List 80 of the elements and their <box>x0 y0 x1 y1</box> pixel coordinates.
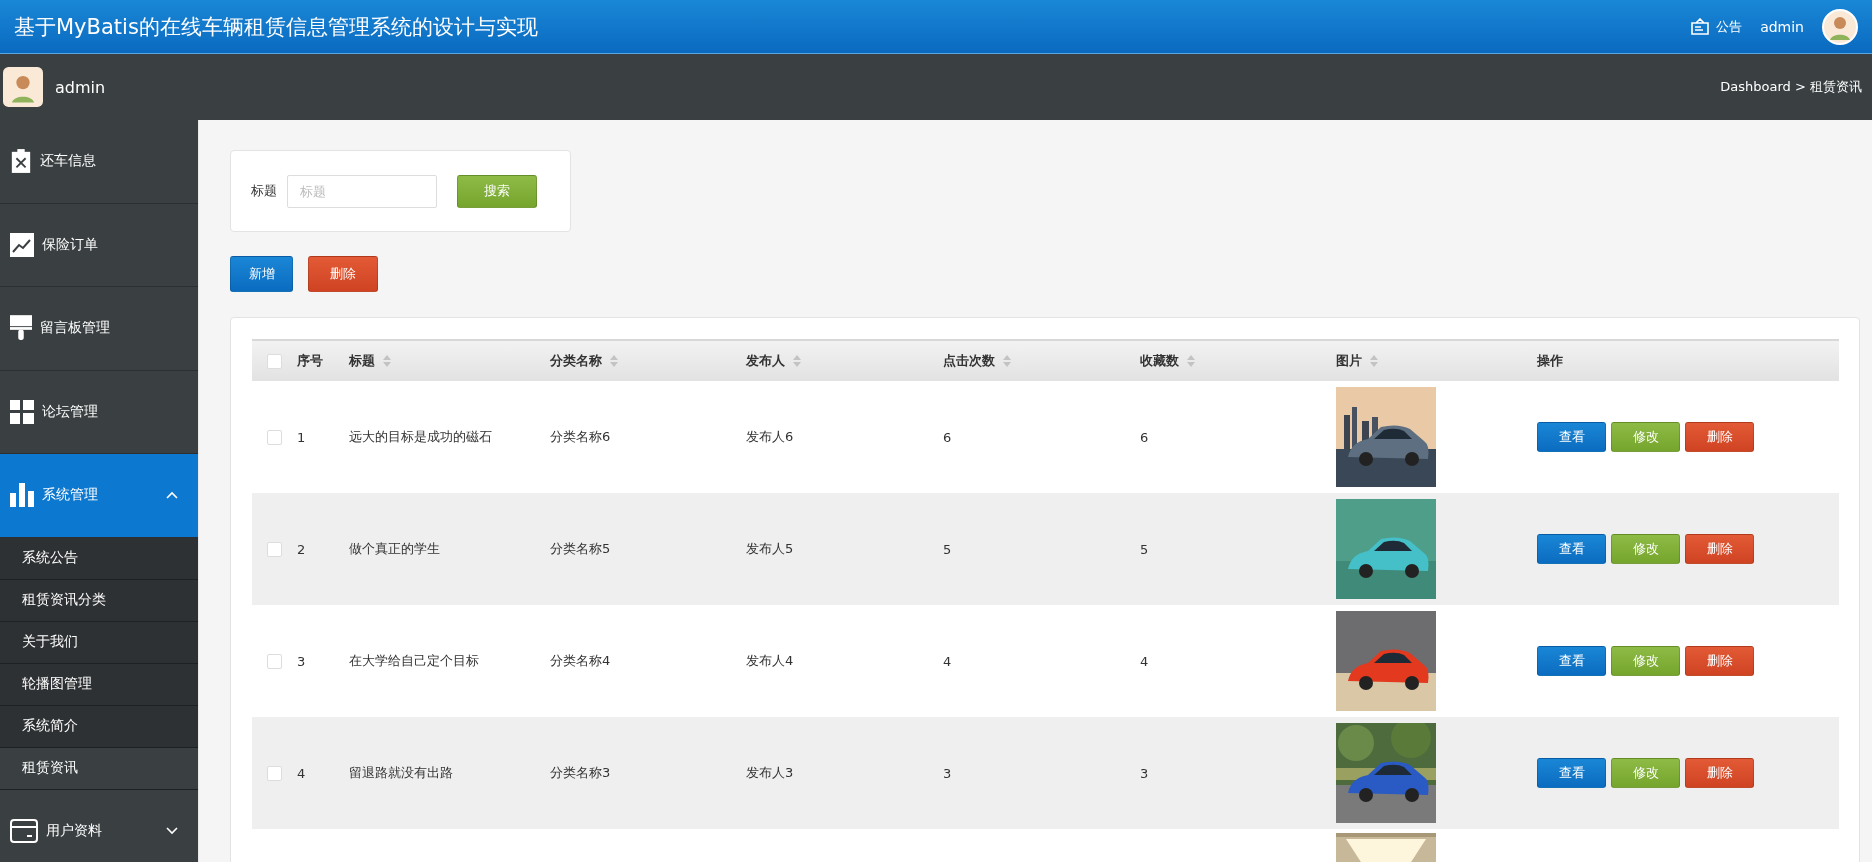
table-cell: 5 <box>1140 541 1149 557</box>
avatar-icon <box>3 67 43 107</box>
grid-icon <box>10 399 34 424</box>
chart-icon <box>10 232 34 257</box>
row-checkbox[interactable] <box>267 541 282 557</box>
column-header: 标题 <box>349 352 375 370</box>
table-cell: 5 <box>943 541 952 557</box>
table-cell: 4 <box>943 653 952 669</box>
sort-icon[interactable] <box>383 355 391 367</box>
sidebar-subitem[interactable]: 租赁资讯分类 <box>0 579 198 622</box>
table-cell: 6 <box>1140 429 1149 445</box>
table-cell: 在大学给自己定个目标 <box>349 652 479 670</box>
select-all-checkbox[interactable] <box>267 353 282 369</box>
paint-roller-icon <box>10 315 32 342</box>
sort-icon[interactable] <box>1003 355 1011 367</box>
edit-button[interactable]: 修改 <box>1611 534 1680 564</box>
sort-icon[interactable] <box>610 355 618 367</box>
table-cell: 发布人3 <box>746 764 794 782</box>
breadcrumb: Dashboard > 租赁资讯 <box>1720 78 1862 96</box>
app-title: 基于MyBatis的在线车辆租赁信息管理系统的设计与实现 <box>14 13 538 41</box>
sidebar-subitem[interactable]: 轮播图管理 <box>0 663 198 706</box>
sidebar-subitem[interactable]: 关于我们 <box>0 621 198 664</box>
table-cell: 远大的目标是成功的磁石 <box>349 428 492 446</box>
sort-icon[interactable] <box>1370 355 1378 367</box>
table-cell: 分类名称4 <box>550 652 611 670</box>
table-cell: 4 <box>1140 653 1149 669</box>
sort-icon[interactable] <box>1187 355 1195 367</box>
table-cell: 3 <box>1140 765 1149 781</box>
edit-button[interactable]: 修改 <box>1611 646 1680 676</box>
row-checkbox[interactable] <box>267 429 282 445</box>
sidebar-subitem[interactable]: 系统公告 <box>0 537 198 580</box>
view-button[interactable]: 查看 <box>1537 646 1606 676</box>
clipboard-icon <box>10 148 32 175</box>
row-checkbox[interactable] <box>267 765 282 781</box>
delete-button[interactable]: 删除 <box>1685 758 1754 788</box>
table-cell: 分类名称5 <box>550 540 611 558</box>
column-header: 点击次数 <box>943 352 995 370</box>
table-cell: 发布人6 <box>746 428 794 446</box>
add-button[interactable]: 新增 <box>230 256 293 292</box>
table-cell: 4 <box>297 765 306 781</box>
table-cell: 做个真正的学生 <box>349 540 440 558</box>
notice-button[interactable]: 公告 <box>1690 17 1743 36</box>
table-cell: 留退路就没有出路 <box>349 764 453 782</box>
user-name: admin <box>1760 18 1804 35</box>
delete-button[interactable]: 删除 <box>1685 646 1754 676</box>
table-cell: 6 <box>943 429 952 445</box>
view-button[interactable]: 查看 <box>1537 422 1606 452</box>
table-cell: 发布人5 <box>746 540 794 558</box>
sidebar-subitem[interactable]: 系统简介 <box>0 705 198 748</box>
delete-button[interactable]: 删除 <box>1685 422 1754 452</box>
sort-icon[interactable] <box>793 355 801 367</box>
search-label: 标题 <box>251 182 277 200</box>
column-header: 收藏数 <box>1140 352 1179 370</box>
delete-button[interactable]: 删除 <box>1685 534 1754 564</box>
table-cell: 分类名称6 <box>550 428 611 446</box>
sidebar-item[interactable]: 系统管理 <box>0 454 198 538</box>
table-cell: 分类名称3 <box>550 764 611 782</box>
column-header: 分类名称 <box>550 352 602 370</box>
column-header: 序号 <box>297 352 323 370</box>
table-cell: 3 <box>297 653 306 669</box>
view-button[interactable]: 查看 <box>1537 758 1606 788</box>
edit-button[interactable]: 修改 <box>1611 758 1680 788</box>
row-checkbox[interactable] <box>267 653 282 669</box>
column-header: 操作 <box>1537 352 1563 370</box>
table-cell: 发布人4 <box>746 652 794 670</box>
table-cell: 2 <box>297 541 306 557</box>
avatar-icon[interactable] <box>1822 8 1858 45</box>
search-button[interactable]: 搜索 <box>457 174 537 208</box>
edit-button[interactable]: 修改 <box>1611 422 1680 452</box>
bar-chart-icon <box>10 483 34 508</box>
delete-button[interactable]: 删除 <box>308 256 378 292</box>
notice-icon <box>1690 17 1711 36</box>
card-icon <box>10 818 38 843</box>
search-field[interactable]: 标题 <box>287 174 437 208</box>
table-cell: 3 <box>943 765 952 781</box>
user-name: admin <box>55 77 106 97</box>
table-cell: 1 <box>297 429 306 445</box>
column-header: 发布人 <box>746 352 785 370</box>
column-header: 图片 <box>1336 352 1362 370</box>
view-button[interactable]: 查看 <box>1537 534 1606 564</box>
